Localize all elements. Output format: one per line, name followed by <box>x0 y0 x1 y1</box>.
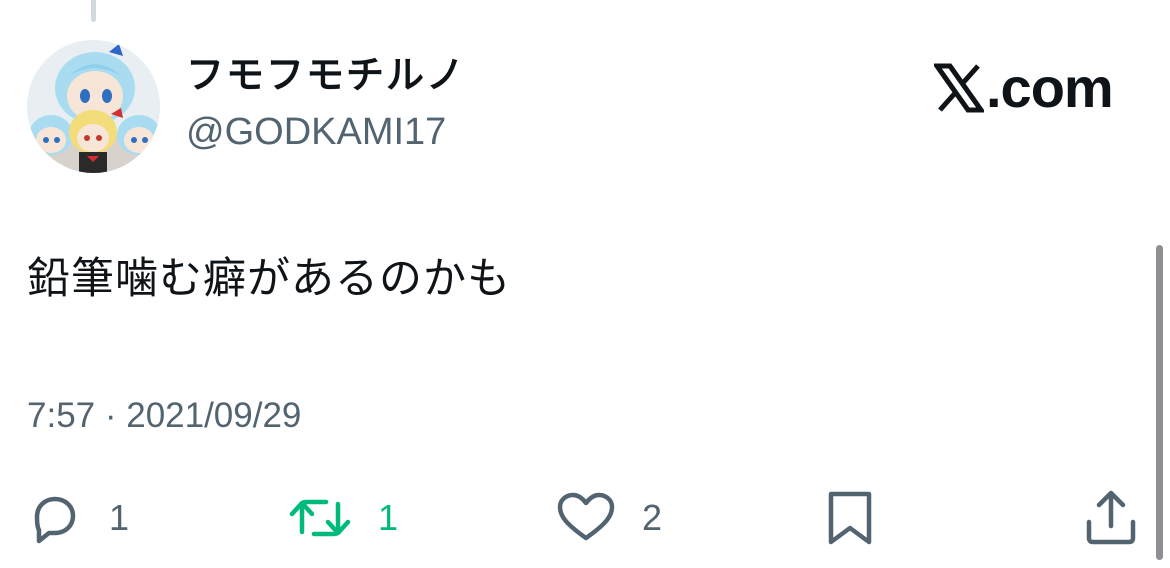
avatar[interactable] <box>27 40 160 173</box>
retweet-button[interactable]: 1 <box>288 480 398 556</box>
x-com-brand: .com <box>934 56 1114 119</box>
tweet-text: 鉛筆噛む癖があるのかも <box>27 254 511 304</box>
brand-domain-text: .com <box>986 56 1114 119</box>
like-button[interactable]: 2 <box>556 480 662 556</box>
scrollbar[interactable] <box>1156 245 1163 560</box>
x-logo-icon <box>934 63 984 113</box>
reply-button[interactable]: 1 <box>27 480 129 556</box>
tweet-action-bar: 1 1 2 <box>0 480 1170 556</box>
heart-icon <box>557 492 615 541</box>
bookmark-button[interactable] <box>824 480 876 556</box>
thread-connector-line <box>91 0 96 22</box>
like-count: 2 <box>642 497 663 538</box>
reply-count: 1 <box>109 497 130 538</box>
retweet-count: 1 <box>378 497 399 538</box>
share-button[interactable] <box>1083 480 1139 556</box>
retweet-icon <box>289 499 351 537</box>
author-display-name[interactable]: フモフモチルノ <box>186 50 466 100</box>
bookmark-icon <box>828 491 872 545</box>
tweet-timestamp[interactable]: 7:57 · 2021/09/29 <box>27 393 301 439</box>
reply-icon <box>34 496 76 544</box>
plush-dolls-avatar-image <box>27 40 160 173</box>
author-handle[interactable]: @GODKAMI17 <box>186 108 446 156</box>
share-icon <box>1086 490 1136 545</box>
